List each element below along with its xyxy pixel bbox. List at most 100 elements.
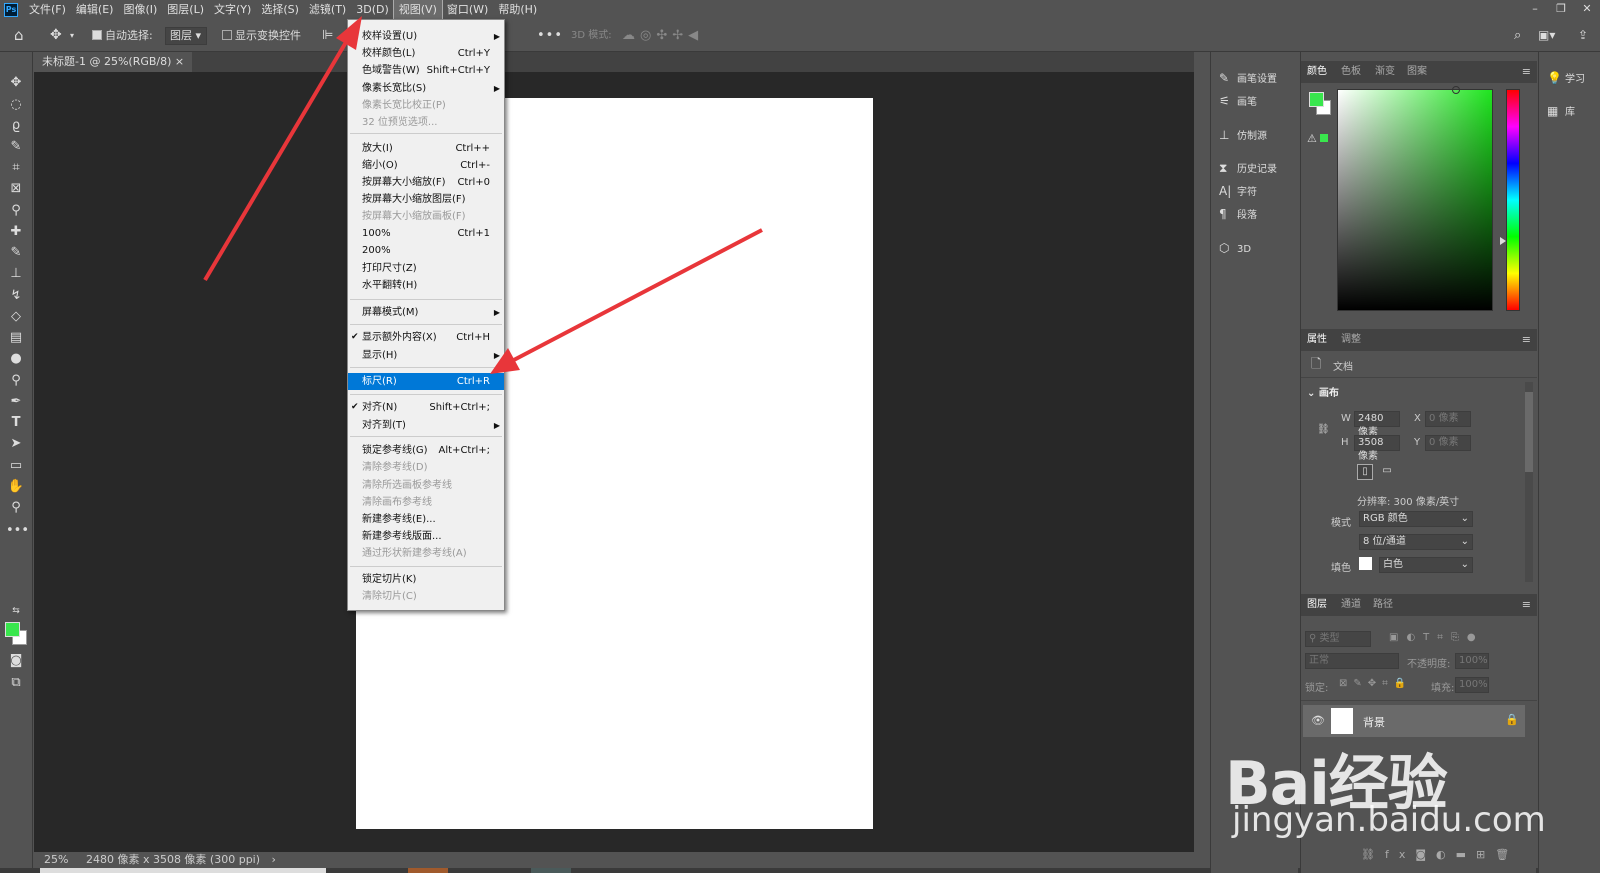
panel-libraries[interactable]: ▦ 库 bbox=[1547, 100, 1575, 122]
menu-edit[interactable]: 编辑(E) bbox=[71, 0, 119, 19]
tab-gradients[interactable]: 渐变 bbox=[1375, 61, 1395, 83]
close-icon[interactable]: ✕ bbox=[1574, 0, 1600, 19]
tab-color[interactable]: 颜色 bbox=[1307, 61, 1327, 83]
chevron-down-icon[interactable]: ▾ bbox=[70, 19, 74, 52]
properties-scrollbar[interactable] bbox=[1525, 382, 1533, 582]
scrollbar-thumb[interactable] bbox=[1525, 392, 1533, 472]
view-menu-item[interactable]: 100% Ctrl+1 bbox=[348, 225, 504, 242]
y-field[interactable]: 0 像素 bbox=[1425, 435, 1471, 451]
view-menu-item[interactable]: 显示(H) ▶ bbox=[348, 347, 504, 364]
crop-icon[interactable]: ⌗ bbox=[6, 159, 26, 177]
view-menu-item[interactable]: 锁定参考线(G) Alt+Ctrl+; bbox=[348, 442, 504, 459]
view-menu-item[interactable]: 校样设置(U) ▶ bbox=[348, 28, 504, 45]
restore-icon[interactable]: ❐ bbox=[1548, 0, 1574, 19]
tab-paths[interactable]: 路径 bbox=[1373, 594, 1393, 616]
menu-window[interactable]: 窗口(W) bbox=[442, 0, 493, 19]
panel-menu-icon[interactable]: ≡ bbox=[1522, 329, 1531, 351]
layer-filter-icons[interactable]: ▣◐T⌗⎘● bbox=[1389, 632, 1484, 643]
blur-icon[interactable]: ● bbox=[6, 350, 26, 368]
chevron-right-icon[interactable]: › bbox=[272, 853, 276, 866]
panel-brush[interactable]: ⚟ 画笔 bbox=[1219, 90, 1257, 112]
menu-file[interactable]: 文件(F) bbox=[24, 0, 71, 19]
hue-marker[interactable] bbox=[1500, 237, 1506, 245]
panel-brush-settings[interactable]: ✎ 画笔设置 bbox=[1219, 67, 1277, 89]
fill-color-swatch[interactable] bbox=[1359, 557, 1372, 570]
menu-3d[interactable]: 3D(D) bbox=[351, 0, 394, 19]
x-field[interactable]: 0 像素 bbox=[1425, 411, 1471, 427]
width-field[interactable]: 2480 像素 bbox=[1354, 411, 1400, 438]
brush-icon[interactable]: ✎ bbox=[6, 244, 26, 262]
lock-icons[interactable]: ⊠✎✥⌗🔒 bbox=[1339, 678, 1412, 689]
view-menu-item[interactable]: 校样颜色(L) Ctrl+Y bbox=[348, 45, 504, 62]
search-icon[interactable]: ⌕ bbox=[1514, 19, 1521, 52]
view-menu-item[interactable]: 标尺(R) Ctrl+R bbox=[348, 373, 504, 390]
view-menu-item[interactable]: 缩小(O) Ctrl+- bbox=[348, 157, 504, 174]
move-icon[interactable]: ✥ bbox=[6, 74, 26, 92]
menu-image[interactable]: 图像(I) bbox=[118, 0, 162, 19]
panel-character[interactable]: A| 字符 bbox=[1219, 180, 1257, 202]
screen-mode-icon[interactable]: ⧉ bbox=[6, 674, 26, 692]
tab-adjustments[interactable]: 调整 bbox=[1341, 329, 1361, 351]
panel-clone-source[interactable]: ⊥ 仿制源 bbox=[1219, 124, 1267, 146]
tab-properties[interactable]: 属性 bbox=[1307, 329, 1327, 351]
tab-close-icon[interactable]: × bbox=[175, 55, 184, 68]
quick-mask-icon[interactable]: ◙ bbox=[6, 652, 26, 670]
panel-3d[interactable]: ⬡ 3D bbox=[1219, 237, 1251, 259]
landscape-orientation-icon[interactable]: ▭ bbox=[1379, 464, 1395, 480]
auto-select-checkbox[interactable] bbox=[92, 30, 102, 40]
fill-opacity-field[interactable]: 100% bbox=[1455, 677, 1489, 693]
view-menu-item[interactable]: 放大(I) Ctrl++ bbox=[348, 140, 504, 157]
layer-name[interactable]: 背景 bbox=[1363, 714, 1385, 730]
panel-history[interactable]: ⧗ 历史记录 bbox=[1219, 157, 1277, 179]
workspace-icon[interactable]: ▣▾ bbox=[1538, 19, 1555, 52]
swap-colors-icon[interactable]: ⇆ bbox=[6, 602, 26, 620]
minimize-icon[interactable]: – bbox=[1522, 0, 1548, 19]
layer-actions[interactable]: ⛓fx◙◐▬⊞🗑 bbox=[1361, 848, 1519, 861]
move-tool-icon[interactable]: ✥ bbox=[50, 19, 62, 52]
color-fg-swatch[interactable] bbox=[1309, 92, 1324, 107]
panel-menu-icon[interactable]: ≡ bbox=[1522, 61, 1531, 83]
gamut-warning-icon[interactable]: ⚠ bbox=[1307, 132, 1328, 145]
shape-icon[interactable]: ▭ bbox=[6, 457, 26, 475]
visibility-eye-icon[interactable]: 👁 bbox=[1311, 714, 1325, 727]
panel-menu-icon[interactable]: ≡ bbox=[1522, 594, 1531, 616]
link-icon[interactable]: ⛓ bbox=[1317, 424, 1330, 435]
menu-help[interactable]: 帮助(H) bbox=[493, 0, 542, 19]
menu-type[interactable]: 文字(Y) bbox=[209, 0, 256, 19]
quick-select-icon[interactable]: ✎ bbox=[6, 138, 26, 156]
dodge-icon[interactable]: ⚲ bbox=[6, 372, 26, 390]
healing-icon[interactable]: ✚ bbox=[6, 223, 26, 241]
view-menu-item[interactable]: 色域警告(W) Shift+Ctrl+Y bbox=[348, 62, 504, 79]
gradient-icon[interactable]: ▤ bbox=[6, 329, 26, 347]
color-picker-cursor[interactable] bbox=[1452, 86, 1460, 94]
view-menu-item[interactable]: 锁定切片(K) bbox=[348, 571, 504, 588]
view-menu-item[interactable]: 屏幕模式(M) ▶ bbox=[348, 304, 504, 321]
edit-toolbar-icon[interactable]: ••• bbox=[6, 522, 29, 540]
color-field[interactable] bbox=[1337, 89, 1493, 311]
share-icon[interactable]: ⇪ bbox=[1578, 19, 1588, 52]
3d-mode-icons[interactable]: ☁◎✣✢◀ bbox=[622, 19, 703, 52]
view-menu-item[interactable]: ✔ 对齐(N) Shift+Ctrl+; bbox=[348, 399, 504, 416]
canvas-section-title[interactable]: ⌄ 画布 bbox=[1307, 384, 1339, 399]
view-menu-item[interactable]: 按屏幕大小缩放(F) Ctrl+0 bbox=[348, 174, 504, 191]
show-transform-checkbox[interactable] bbox=[222, 30, 232, 40]
hue-slider[interactable] bbox=[1506, 89, 1520, 311]
type-icon[interactable]: T bbox=[6, 414, 26, 432]
tab-swatches[interactable]: 色板 bbox=[1341, 61, 1361, 83]
view-menu-item[interactable]: 按屏幕大小缩放图层(F) bbox=[348, 191, 504, 208]
view-menu-item[interactable]: 水平翻转(H) bbox=[348, 277, 504, 294]
stamp-icon[interactable]: ⊥ bbox=[6, 265, 26, 283]
view-menu-item[interactable]: 200% bbox=[348, 242, 504, 259]
tab-patterns[interactable]: 图案 bbox=[1407, 61, 1427, 83]
menu-select[interactable]: 选择(S) bbox=[256, 0, 304, 19]
layer-select-dropdown[interactable]: 图层 ▾ bbox=[165, 27, 207, 45]
view-menu-item[interactable]: 像素长宽比(S) ▶ bbox=[348, 80, 504, 97]
hand-icon[interactable]: ✋ bbox=[6, 478, 26, 496]
eyedropper-icon[interactable]: ⚲ bbox=[6, 202, 26, 220]
frame-icon[interactable]: ⊠ bbox=[6, 180, 26, 198]
view-menu-item[interactable]: 新建参考线(E)... bbox=[348, 511, 504, 528]
mode-dropdown[interactable]: RGB 颜色 ⌄ bbox=[1359, 511, 1473, 527]
zoom-icon[interactable]: ⚲ bbox=[6, 499, 26, 517]
view-menu-item[interactable]: ✔ 显示额外内容(X) Ctrl+H bbox=[348, 329, 504, 346]
panel-paragraph[interactable]: ¶ 段落 bbox=[1219, 203, 1257, 225]
